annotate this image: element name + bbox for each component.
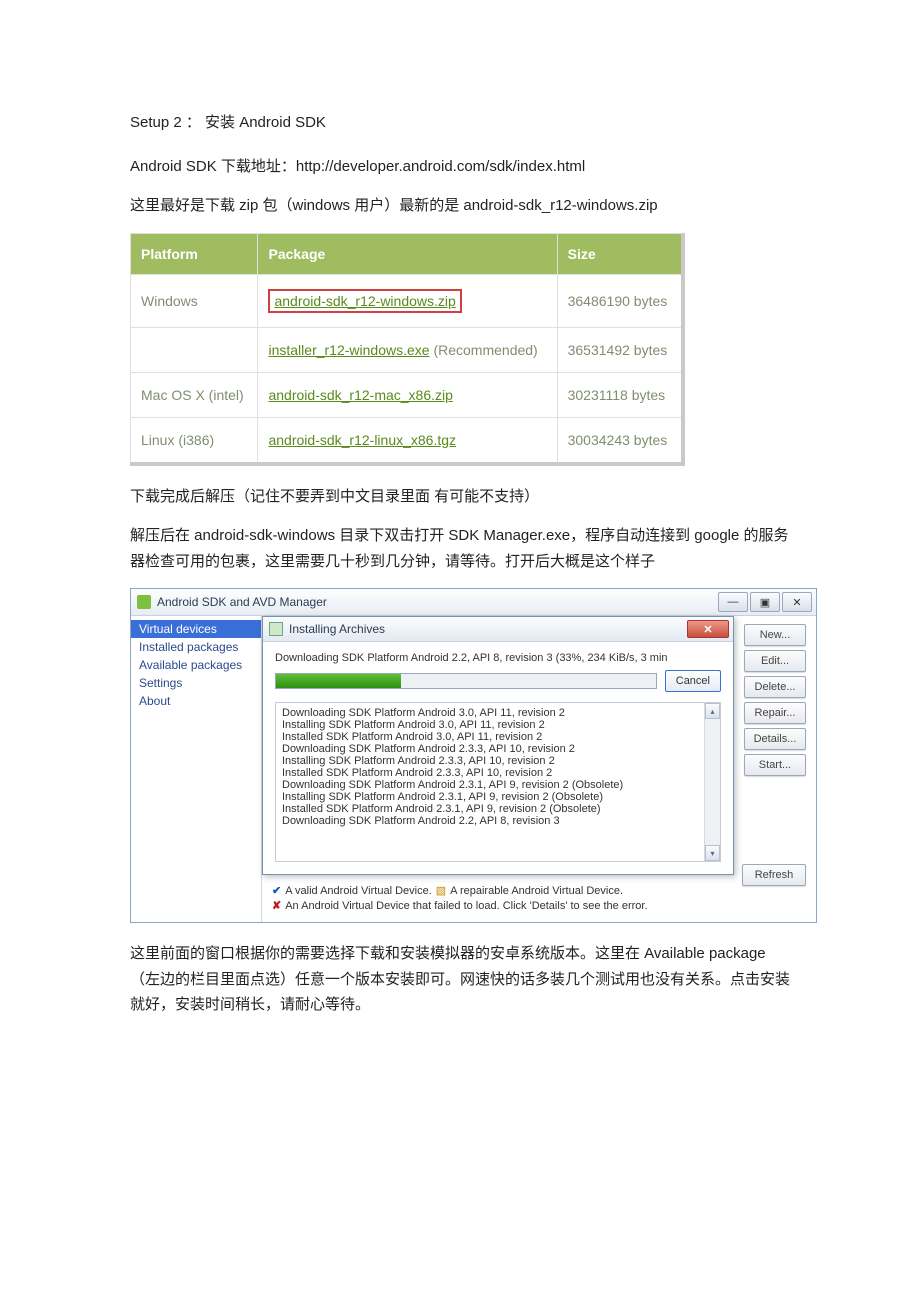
legend: ✔ A valid Android Virtual Device. ▧ A re… [272, 884, 806, 912]
th-package: Package [258, 233, 557, 274]
log-line: Installing SDK Platform Android 3.0, API… [282, 719, 714, 731]
cell-size: 36486190 bytes [557, 274, 683, 327]
cell-package: installer_r12-windows.exe (Recommended) [258, 327, 557, 372]
window-titlebar: Android SDK and AVD Manager — ▣ ✕ [131, 589, 816, 616]
sidebar-item[interactable]: About [131, 692, 261, 710]
cancel-button[interactable]: Cancel [665, 670, 721, 692]
legend-repairable: A repairable Android Virtual Device. [450, 885, 623, 897]
download-table: Platform Package Size Windows android-sdk… [130, 233, 685, 466]
table-row: installer_r12-windows.exe (Recommended)3… [131, 327, 684, 372]
download-url-text: Android SDK 下载地址：http://developer.androi… [130, 154, 790, 180]
cell-size: 30034243 bytes [557, 417, 683, 464]
download-link[interactable]: installer_r12-windows.exe [268, 342, 429, 358]
th-size: Size [557, 233, 683, 274]
legend-valid: A valid Android Virtual Device. [285, 885, 432, 897]
main-panel: Installing Archives ✕ Downloading SDK Pl… [262, 616, 816, 922]
sidebar-item[interactable]: Virtual devices [131, 620, 261, 638]
window-title: Android SDK and AVD Manager [157, 595, 718, 609]
cell-platform: Windows [131, 274, 258, 327]
check-icon: ✔ [272, 884, 281, 897]
archive-icon [269, 622, 283, 636]
th-platform: Platform [131, 233, 258, 274]
progress-bar [275, 673, 657, 689]
log-line: Downloading SDK Platform Android 2.3.1, … [282, 779, 714, 791]
log-line: Downloading SDK Platform Android 2.2, AP… [282, 815, 714, 827]
close-button[interactable]: ✕ [782, 592, 812, 612]
table-row: Linux (i386) android-sdk_r12-linux_x86.tg… [131, 417, 684, 464]
log-scrollbar[interactable]: ▴ ▾ [704, 703, 720, 861]
closing-note: 这里前面的窗口根据你的需要选择下载和安装模拟器的安卓系统版本。这里在 Avail… [130, 941, 790, 1018]
android-icon [137, 595, 151, 609]
download-status-text: Downloading SDK Platform Android 2.2, AP… [275, 652, 721, 664]
cell-size: 30231118 bytes [557, 372, 683, 417]
cell-platform: Linux (i386) [131, 417, 258, 464]
details-button[interactable]: Details... [744, 728, 806, 750]
download-link[interactable]: android-sdk_r12-mac_x86.zip [268, 387, 452, 403]
cell-size: 36531492 bytes [557, 327, 683, 372]
heading: Setup 2 ： 安装 Android SDK [130, 110, 790, 136]
new-button[interactable]: New... [744, 624, 806, 646]
maximize-button[interactable]: ▣ [750, 592, 780, 612]
start-button[interactable]: Start... [744, 754, 806, 776]
sidebar-item[interactable]: Settings [131, 674, 261, 692]
download-link[interactable]: android-sdk_r12-windows.zip [274, 293, 455, 309]
zip-advice-text: 这里最好是下载 zip 包（windows 用户）最新的是 android-sd… [130, 193, 790, 219]
dialog-close-button[interactable]: ✕ [687, 620, 729, 638]
log-line: Downloading SDK Platform Android 3.0, AP… [282, 707, 714, 719]
table-row: Windows android-sdk_r12-windows.zip 364861… [131, 274, 684, 327]
dialog-title: Installing Archives [289, 622, 687, 636]
warning-icon: ▧ [436, 884, 446, 897]
recommended-label: (Recommended) [430, 342, 538, 358]
minimize-button[interactable]: — [718, 592, 748, 612]
log-line: Installed SDK Platform Android 2.3.3, AP… [282, 767, 714, 779]
scroll-up-icon[interactable]: ▴ [705, 703, 720, 719]
repair-button[interactable]: Repair... [744, 702, 806, 724]
log-line: Downloading SDK Platform Android 2.3.3, … [282, 743, 714, 755]
cell-platform: Mac OS X (intel) [131, 372, 258, 417]
cell-package: android-sdk_r12-linux_x86.tgz [258, 417, 557, 464]
cell-platform [131, 327, 258, 372]
log-line: Installing SDK Platform Android 2.3.1, A… [282, 791, 714, 803]
delete-button[interactable]: Delete... [744, 676, 806, 698]
cell-package: android-sdk_r12-windows.zip [258, 274, 557, 327]
log-line: Installing SDK Platform Android 2.3.3, A… [282, 755, 714, 767]
cell-package: android-sdk_r12-mac_x86.zip [258, 372, 557, 417]
log-panel: Downloading SDK Platform Android 3.0, AP… [275, 702, 721, 862]
refresh-button[interactable]: Refresh [742, 864, 806, 886]
scroll-down-icon[interactable]: ▾ [705, 845, 720, 861]
log-line: Installed SDK Platform Android 3.0, API … [282, 731, 714, 743]
edit-button[interactable]: Edit... [744, 650, 806, 672]
x-icon: ✘ [272, 899, 281, 912]
sdk-manager-note: 解压后在 android-sdk-windows 目录下双击打开 SDK Man… [130, 523, 790, 574]
dialog-titlebar: Installing Archives ✕ [263, 617, 733, 642]
download-link[interactable]: android-sdk_r12-linux_x86.tgz [268, 432, 456, 448]
sidebar: Virtual devicesInstalled packagesAvailab… [131, 616, 262, 922]
unzip-note: 下载完成后解压（记住不要弄到中文目录里面 有可能不支持） [130, 484, 790, 510]
table-row: Mac OS X (intel) android-sdk_r12-mac_x86.… [131, 372, 684, 417]
log-line: Installed SDK Platform Android 2.3.1, AP… [282, 803, 714, 815]
installing-dialog: Installing Archives ✕ Downloading SDK Pl… [262, 616, 734, 875]
avd-manager-window: Android SDK and AVD Manager — ▣ ✕ Virtua… [130, 588, 817, 923]
sidebar-item[interactable]: Available packages [131, 656, 261, 674]
sidebar-item[interactable]: Installed packages [131, 638, 261, 656]
legend-failed: An Android Virtual Device that failed to… [285, 900, 647, 912]
